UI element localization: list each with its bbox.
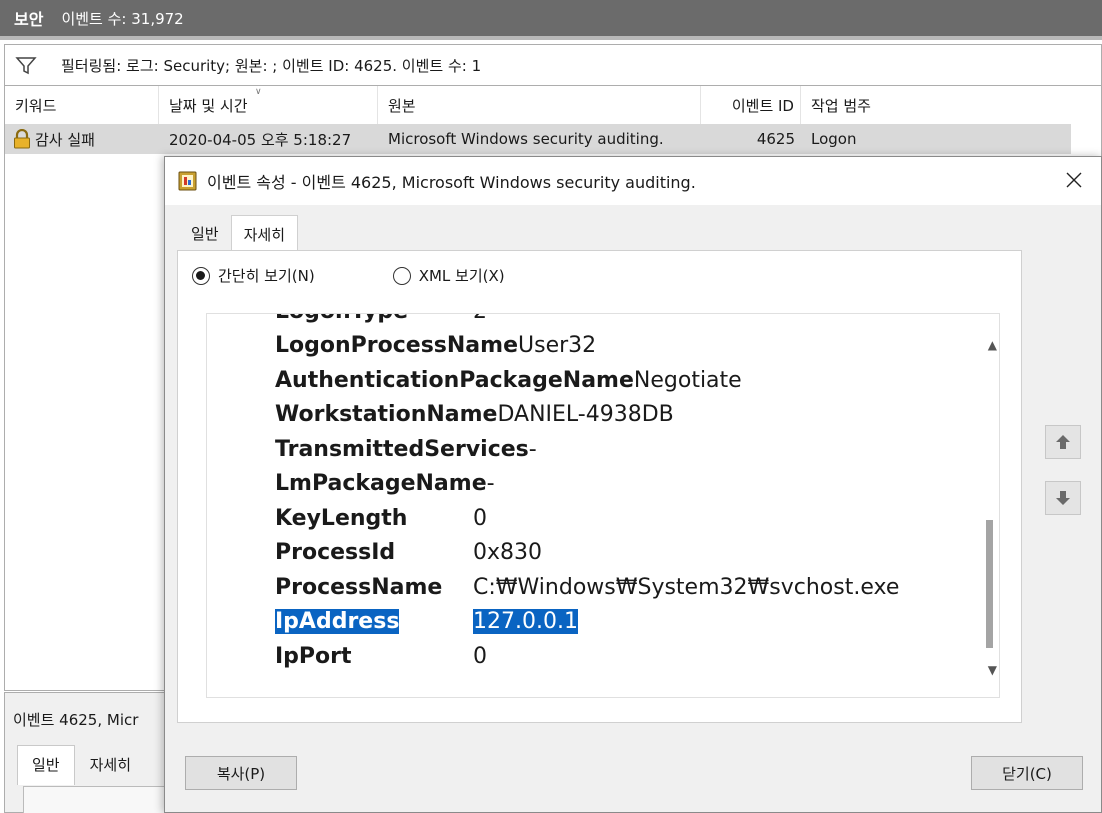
field-key: LmPackageName [275, 471, 487, 497]
field-value: - [528, 436, 537, 462]
cell-event-id: 4625 [756, 130, 795, 148]
field-row: LmPackageName - [275, 467, 899, 502]
field-key: ProcessName [275, 574, 443, 600]
preview-tab-details[interactable]: 자세히 [75, 745, 146, 785]
field-key: LogonProcessName [275, 333, 518, 359]
field-key: KeyLength [275, 505, 408, 531]
event-count: 이벤트 수: 31,972 [61, 9, 184, 28]
field-key: LogonType [275, 314, 473, 324]
radio-checked-icon [192, 266, 210, 285]
event-viewer-icon [178, 171, 197, 191]
field-value: 0x830 [473, 540, 543, 566]
field-value: 0 [473, 505, 487, 531]
scrollbar-thumb[interactable] [986, 520, 993, 648]
field-key: TransmittedServices [275, 436, 529, 462]
field-row: WorkstationName DANIEL-4938DB [275, 398, 899, 433]
lock-icon [14, 129, 30, 149]
dialog-title: 이벤트 속성 - 이벤트 4625, Microsoft Windows sec… [207, 173, 696, 192]
details-scrollbar[interactable]: ▲ ▼ [979, 314, 999, 697]
field-key: IpAddress [275, 609, 473, 635]
table-row[interactable]: 감사 실패 2020-04-05 오후 5:18:27 Microsoft Wi… [5, 124, 1071, 154]
radio-xml-view[interactable]: XML 보기(X) [392, 265, 505, 286]
close-button[interactable]: 닫기(C) [971, 756, 1083, 790]
field-row: ProcessName C:₩Windows₩System32₩svchost.… [275, 570, 899, 605]
field-key: ProcessId [275, 540, 396, 566]
cell-keyword: 감사 실패 [5, 124, 159, 154]
column-event-id[interactable]: 이벤트 ID [701, 86, 801, 124]
field-value: 0 [473, 643, 487, 669]
field-value: DANIEL-4938DB [497, 402, 674, 428]
log-title: 보안 [14, 10, 44, 29]
tab-general[interactable]: 일반 [179, 215, 231, 251]
column-source[interactable]: 원본 [378, 86, 701, 124]
event-data-fields: LogonType 2 LogonProcessName User32 Auth… [275, 314, 899, 674]
preview-title: 이벤트 4625, Micr [13, 711, 139, 729]
list-header: 키워드 ∨ 날짜 및 시간 원본 이벤트 ID 작업 범주 [5, 86, 1071, 124]
field-row: IpPort 0 [275, 639, 899, 674]
log-header: 보안 이벤트 수: 31,972 [0, 0, 1102, 40]
field-row: ProcessId 0x830 [275, 536, 899, 571]
field-value: User32 [518, 333, 597, 359]
field-value: C:₩Windows₩System32₩svchost.exe [473, 574, 900, 600]
close-icon[interactable] [1063, 169, 1085, 191]
radio-simple-view[interactable]: 간단히 보기(N) [192, 265, 315, 286]
column-datetime[interactable]: ∨ 날짜 및 시간 [159, 86, 378, 124]
selected-value-text: 127.0.0.1 [473, 609, 578, 635]
view-mode-radios: 간단히 보기(N) XML 보기(X) [192, 265, 583, 286]
field-row: KeyLength 0 [275, 501, 899, 536]
field-key: WorkstationName [275, 402, 498, 428]
column-task-category[interactable]: 작업 범주 [801, 86, 1071, 124]
field-row: LogonType 2 [275, 314, 899, 329]
preview-tabs: 일반 자세히 [17, 745, 146, 785]
filter-icon [15, 57, 37, 75]
arrow-up-icon [1056, 435, 1070, 449]
field-value: Negotiate [633, 367, 742, 393]
copy-button[interactable]: 복사(P) [185, 756, 297, 790]
filter-bar: 필터링됨: 로그: Security; 원본: ; 이벤트 ID: 4625. … [4, 44, 1102, 86]
filter-description: 필터링됨: 로그: Security; 원본: ; 이벤트 ID: 4625. … [61, 56, 482, 75]
preview-content-box [23, 786, 183, 813]
cell-datetime: 2020-04-05 오후 5:18:27 [169, 130, 352, 149]
column-keyword[interactable]: 키워드 [5, 86, 159, 124]
details-panel: 간단히 보기(N) XML 보기(X) LogonType 2 LogonPro… [177, 250, 1022, 723]
cell-source: Microsoft Windows security auditing. [388, 130, 664, 148]
field-value: - [486, 471, 495, 497]
dialog-titlebar: 이벤트 속성 - 이벤트 4625, Microsoft Windows sec… [165, 157, 1101, 205]
field-value: 2 [473, 314, 487, 324]
tab-details[interactable]: 자세히 [230, 215, 299, 251]
scroll-up-icon[interactable]: ▲ [988, 338, 997, 352]
dialog-tabs: 일반 자세히 [179, 215, 299, 251]
field-row: AuthenticationPackageName Negotiate [275, 363, 899, 398]
event-properties-dialog: 이벤트 속성 - 이벤트 4625, Microsoft Windows sec… [164, 156, 1102, 813]
preview-tab-general[interactable]: 일반 [17, 745, 75, 785]
cell-category: Logon [811, 130, 857, 148]
radio-unchecked-icon [392, 266, 411, 285]
selected-key-text: IpAddress [275, 609, 400, 635]
previous-event-button[interactable] [1045, 425, 1081, 459]
sort-descending-icon: ∨ [255, 87, 262, 97]
field-key: IpPort [275, 643, 352, 669]
field-row: LogonProcessName User32 [275, 329, 899, 364]
arrow-down-icon [1056, 491, 1070, 505]
scroll-down-icon[interactable]: ▼ [988, 663, 997, 677]
field-row: TransmittedServices - [275, 432, 899, 467]
field-row-selected: IpAddress 127.0.0.1 [275, 605, 899, 640]
event-details-view[interactable]: LogonType 2 LogonProcessName User32 Auth… [206, 313, 1000, 698]
field-key: AuthenticationPackageName [275, 367, 634, 393]
next-event-button[interactable] [1045, 481, 1081, 515]
